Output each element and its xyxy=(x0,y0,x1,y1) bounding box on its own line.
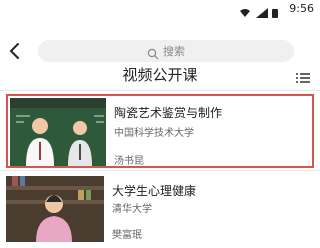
battery-icon xyxy=(272,9,278,18)
course-school: 中国科学技术大学 xyxy=(114,128,194,139)
course-school: 清华大学 xyxy=(112,204,152,215)
course-thumbnail xyxy=(6,176,104,242)
signal-icon xyxy=(256,8,268,18)
search-placeholder: 搜索 xyxy=(163,45,185,58)
course-teacher: 汤书昆 xyxy=(114,156,144,167)
divider xyxy=(0,170,320,171)
course-teacher: 樊富珉 xyxy=(112,230,142,241)
list-menu-button[interactable] xyxy=(296,69,310,83)
course-title: 大学生心理健康 xyxy=(112,184,197,198)
wifi-icon xyxy=(240,9,250,17)
course-title: 陶瓷艺术鉴赏与制作 xyxy=(114,106,223,120)
page-title: 视频公开课 xyxy=(122,66,198,84)
search-icon xyxy=(147,45,159,60)
course-thumbnail xyxy=(10,98,106,166)
back-arrow-icon xyxy=(9,43,19,59)
status-icons xyxy=(238,4,282,18)
course-item[interactable]: 大学生心理健康 清华大学 樊富珉 xyxy=(6,176,314,242)
status-time: 9:56 xyxy=(289,2,314,15)
back-button[interactable] xyxy=(4,40,26,62)
status-bar: 9:56 xyxy=(0,0,320,20)
search-bar[interactable]: 搜索 xyxy=(38,40,294,62)
list-menu-icon xyxy=(296,73,310,83)
course-item[interactable]: 陶瓷艺术鉴赏与制作 中国科学技术大学 汤书昆 xyxy=(6,94,314,168)
divider xyxy=(0,90,320,91)
